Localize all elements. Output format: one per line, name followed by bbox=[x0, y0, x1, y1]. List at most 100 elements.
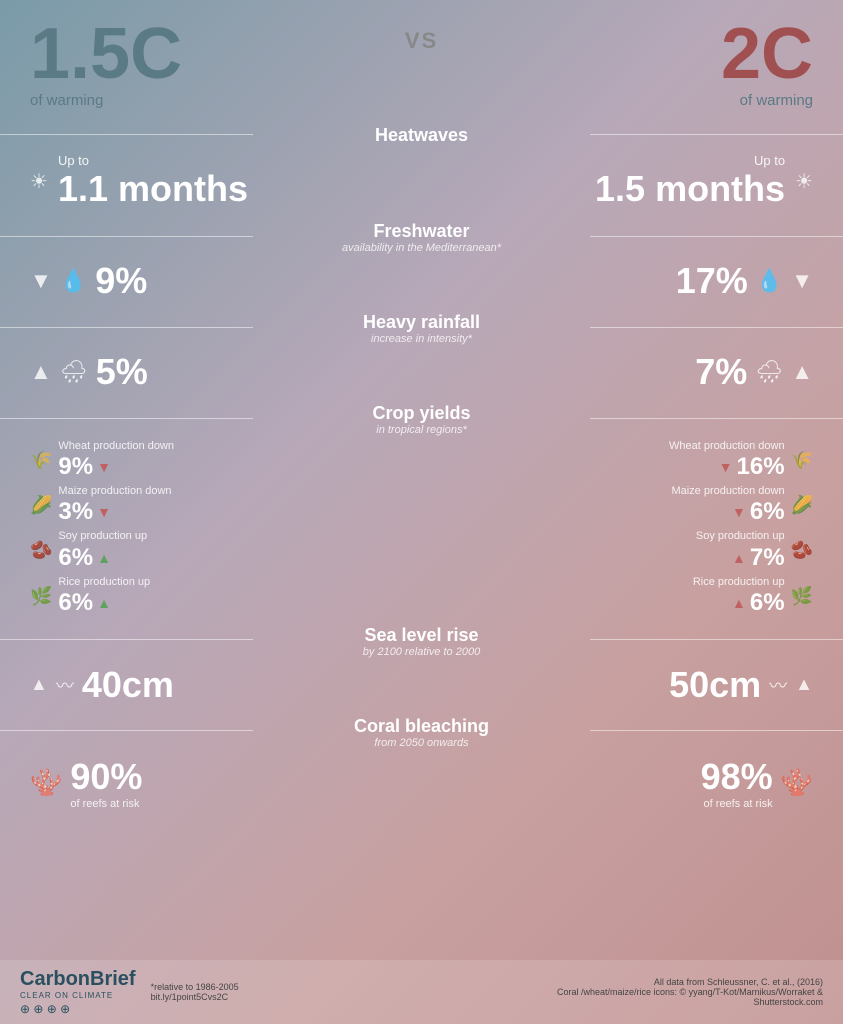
sun-icon-left: ☀ bbox=[30, 169, 48, 194]
arrow-up-sea-left: ▲ bbox=[30, 674, 48, 695]
footer-credit-line2: Coral /wheat/maize/rice icons: © yyang/T… bbox=[494, 987, 823, 1007]
coral-title: Coral bleaching bbox=[354, 716, 489, 737]
arrow-up-icon-rain-left: ▲ bbox=[30, 359, 52, 385]
soy-left-block: 🫘 Soy production up 6% ▲ bbox=[30, 530, 230, 571]
crop-block: 🌾 Wheat production down 9% ▼ 🌽 Maize p bbox=[0, 438, 843, 619]
header: 1.5C of warming VS 2C of warming bbox=[0, 0, 843, 119]
freshwater-row: ▼ 💧 9% 17% 💧 ▼ bbox=[0, 256, 843, 306]
arrow-down-maize-right: ▼ bbox=[732, 504, 746, 520]
maize-left-label: Maize production down bbox=[58, 485, 171, 498]
arrow-up-sea-right: ▲ bbox=[795, 674, 813, 695]
sun-icon-right: ☀ bbox=[795, 169, 813, 194]
soy-right-block: Soy production up ▲ 7% 🫘 bbox=[696, 530, 813, 571]
soy-right-value: 7% bbox=[750, 544, 785, 572]
maize-icon-left: 🌽 bbox=[30, 495, 52, 516]
sea-level-right: 50cm 〰 ▲ bbox=[613, 664, 813, 706]
heatwaves-left: ☀ Up to 1.1 months bbox=[30, 153, 248, 210]
brand-name: CarbonBrief bbox=[20, 968, 136, 991]
sea-level-right-value: 50cm bbox=[669, 664, 761, 706]
coral-section-header: Coral bleaching from 2050 onwards bbox=[0, 710, 843, 751]
freshwater-right: 17% 💧 ▼ bbox=[613, 260, 813, 302]
soy-icon-left: 🫘 bbox=[30, 540, 52, 561]
rice-icon-left: 🌿 bbox=[30, 586, 52, 607]
wheat-icon-left: 🌾 bbox=[30, 450, 52, 471]
heatwaves-right: Up to 1.5 months ☀ bbox=[595, 153, 813, 210]
crop-subtitle: in tropical regions* bbox=[0, 424, 843, 436]
rainfall-section-header: Heavy rainfall increase in intensity* bbox=[0, 306, 843, 347]
arrow-down-wheat-right: ▼ bbox=[719, 459, 733, 475]
freshwater-section-header: Freshwater availability in the Mediterra… bbox=[0, 215, 843, 256]
sea-level-title: Sea level rise bbox=[364, 625, 478, 646]
social-icons: ⊕ ⊕ ⊕ ⊕ bbox=[20, 1002, 136, 1016]
coral-row: 🪸 90% of reefs at risk 98% of reefs at r… bbox=[0, 751, 843, 815]
rice-left-value: 6% bbox=[58, 589, 93, 617]
soy-left-label: Soy production up bbox=[58, 530, 147, 543]
heatwaves-title: Heatwaves bbox=[375, 125, 468, 146]
rainfall-title: Heavy rainfall bbox=[363, 312, 480, 333]
coral-subtitle: from 2050 onwards bbox=[0, 737, 843, 749]
sea-level-section-header: Sea level rise by 2100 relative to 2000 bbox=[0, 619, 843, 660]
rice-icon-right: 🌿 bbox=[791, 586, 813, 607]
right-temp-block: 2C of warming bbox=[721, 18, 813, 109]
sea-level-left: ▲ 〰 40cm bbox=[30, 664, 230, 706]
soy-left-value: 6% bbox=[58, 544, 93, 572]
crop-section-header: Crop yields in tropical regions* bbox=[0, 397, 843, 438]
heatwaves-left-label: Up to bbox=[58, 153, 248, 168]
coral-right-sub: of reefs at risk bbox=[704, 798, 773, 810]
heatwaves-left-value: 1.1 months bbox=[58, 168, 248, 210]
heatwaves-row: ☀ Up to 1.1 months Up to 1.5 months ☀ bbox=[0, 148, 843, 215]
wheat-icon-right: 🌾 bbox=[791, 450, 813, 471]
left-temp-value: 1.5C bbox=[30, 18, 182, 90]
maize-left-block: 🌽 Maize production down 3% ▼ bbox=[30, 485, 230, 526]
rice-right-block: Rice production up ▲ 6% 🌿 bbox=[693, 576, 813, 617]
coral-right: 98% of reefs at risk 🪸 bbox=[701, 756, 813, 810]
drop-icon-right: 💧 bbox=[756, 268, 783, 294]
right-temp-value: 2C bbox=[721, 18, 813, 90]
wheat-left-block: 🌾 Wheat production down 9% ▼ bbox=[30, 440, 230, 481]
wheat-right-value: 16% bbox=[737, 453, 785, 481]
rainfall-left: ▲ 🌧 5% bbox=[30, 351, 230, 393]
rainfall-right-value: 7% bbox=[695, 351, 747, 393]
crop-right: Wheat production down ▼ 16% 🌾 Maize prod… bbox=[613, 440, 813, 617]
arrow-up-soy-right: ▲ bbox=[732, 550, 746, 566]
arrow-down-icon-fw-right: ▼ bbox=[791, 268, 813, 294]
wheat-left-value: 9% bbox=[58, 453, 93, 481]
sea-level-subtitle: by 2100 relative to 2000 bbox=[0, 646, 843, 658]
wheat-right-block: Wheat production down ▼ 16% 🌾 bbox=[669, 440, 813, 481]
arrow-up-rice-left: ▲ bbox=[97, 595, 111, 611]
brand-tagline: CLEAR ON CLIMATE bbox=[20, 991, 136, 1000]
freshwater-subtitle: availability in the Mediterranean* bbox=[0, 242, 843, 254]
rainfall-left-value: 5% bbox=[96, 351, 148, 393]
rice-right-label: Rice production up bbox=[693, 576, 785, 589]
maize-icon-right: 🌽 bbox=[791, 495, 813, 516]
coral-left-sub: of reefs at risk bbox=[70, 798, 142, 810]
maize-right-block: Maize production down ▼ 6% 🌽 bbox=[671, 485, 813, 526]
footer-brand: CarbonBrief CLEAR ON CLIMATE ⊕ ⊕ ⊕ ⊕ bbox=[20, 968, 136, 1016]
freshwater-left-value: 9% bbox=[95, 260, 147, 302]
footer-note-line1: *relative to 1986-2005 bbox=[151, 982, 480, 992]
cloud-icon-right: 🌧 bbox=[755, 359, 783, 385]
heatwaves-right-value: 1.5 months bbox=[595, 168, 785, 210]
rainfall-row: ▲ 🌧 5% 7% 🌧 ▲ bbox=[0, 347, 843, 397]
heatwaves-section-header: Heatwaves bbox=[0, 119, 843, 148]
arrow-up-icon-rain-right: ▲ bbox=[791, 359, 813, 385]
crop-title: Crop yields bbox=[372, 403, 470, 424]
left-temp-block: 1.5C of warming bbox=[30, 18, 182, 109]
arrow-down-maize-left: ▼ bbox=[97, 504, 111, 520]
maize-left-value: 3% bbox=[58, 498, 93, 526]
freshwater-title: Freshwater bbox=[373, 221, 469, 242]
maize-right-label: Maize production down bbox=[671, 485, 784, 498]
footer-note-line2: bit.ly/1point5Cvs2C bbox=[151, 992, 480, 1002]
coral-left-value: 90% bbox=[70, 756, 142, 798]
rainfall-subtitle: increase in intensity* bbox=[0, 333, 843, 345]
maize-right-value: 6% bbox=[750, 498, 785, 526]
left-temp-sub: of warming bbox=[30, 92, 182, 109]
footer-credit-line1: All data from Schleussner, C. et al., (2… bbox=[494, 977, 823, 987]
rice-right-value: 6% bbox=[750, 589, 785, 617]
arrow-up-soy-left: ▲ bbox=[97, 550, 111, 566]
right-temp-sub: of warming bbox=[740, 92, 813, 109]
coral-icon-right: 🪸 bbox=[781, 767, 813, 798]
coral-right-value: 98% bbox=[701, 756, 773, 798]
wheat-right-label: Wheat production down bbox=[669, 440, 785, 453]
wave-icon-right: 〰 bbox=[769, 672, 787, 698]
